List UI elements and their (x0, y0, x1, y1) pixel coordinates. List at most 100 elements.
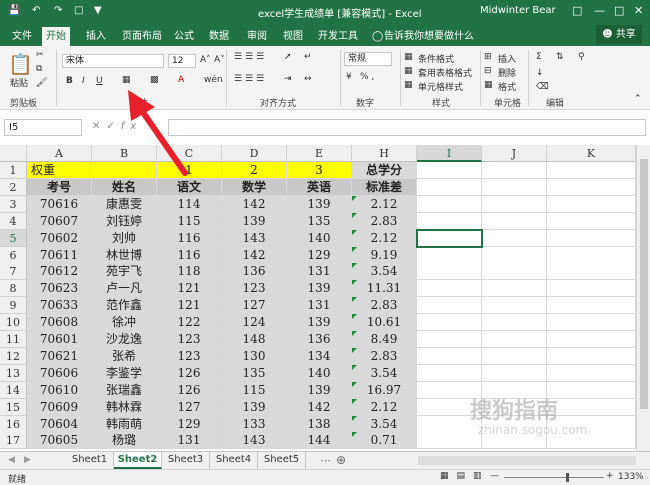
tab-data[interactable]: 数据 (205, 27, 233, 46)
empty-cell[interactable] (547, 398, 636, 416)
cell[interactable]: 韩林霖 (92, 398, 157, 416)
phonetic-icon[interactable]: wén (204, 75, 223, 85)
empty-cell[interactable] (547, 212, 636, 230)
empty-cell[interactable] (482, 162, 547, 179)
empty-cell[interactable] (417, 432, 482, 450)
empty-cell[interactable] (482, 178, 547, 196)
cell[interactable]: 范作鑫 (92, 297, 157, 315)
column-header[interactable]: I (417, 145, 482, 162)
cell[interactable]: 138 (287, 415, 352, 433)
next-sheet-icon[interactable]: ▶ (24, 455, 31, 465)
empty-cell[interactable] (547, 162, 636, 179)
cell-style-button[interactable]: 单元格样式 (418, 80, 463, 93)
cell[interactable]: 139 (222, 212, 287, 230)
user-name[interactable]: Midwinter Bear (480, 5, 556, 16)
tab-formulas[interactable]: 公式 (170, 27, 198, 46)
column-header[interactable]: D (222, 145, 287, 162)
cell[interactable]: 语文 (157, 178, 222, 196)
customize-qat-icon[interactable]: ▼ (94, 5, 102, 16)
cell[interactable]: 133 (222, 415, 287, 433)
italic-button[interactable]: I (82, 76, 85, 86)
close-icon[interactable]: ✕ (634, 4, 643, 17)
cell[interactable]: 数学 (222, 178, 287, 196)
empty-cell[interactable] (482, 212, 547, 230)
cell[interactable]: 沙龙逸 (92, 331, 157, 348)
empty-cell[interactable] (417, 212, 482, 230)
cell[interactable]: 129 (157, 415, 222, 433)
cell[interactable]: 2.12 (352, 229, 417, 247)
cell[interactable]: 139 (222, 398, 287, 416)
cell[interactable]: 2 (222, 162, 287, 179)
number-format-select[interactable]: 常规 (344, 52, 392, 66)
cell[interactable]: 2.83 (352, 347, 417, 365)
row-header[interactable]: 15 (0, 398, 27, 416)
conditional-format-button[interactable]: 条件格式 (418, 52, 454, 65)
more-sheets-icon[interactable]: ⋯ (320, 454, 331, 467)
cell[interactable]: 标准差 (352, 178, 417, 196)
paste-icon[interactable]: 📋 (8, 52, 33, 76)
cell[interactable]: 杨璐 (92, 432, 157, 450)
share-button[interactable]: ☻ 共享 (596, 25, 642, 44)
cell[interactable]: 康惠雯 (92, 195, 157, 213)
empty-cell[interactable] (547, 280, 636, 298)
empty-cell[interactable] (547, 347, 636, 365)
cell[interactable]: 韩雨萌 (92, 415, 157, 433)
column-header[interactable]: A (27, 145, 92, 162)
zoom-out-icon[interactable]: — (490, 471, 499, 481)
view-mode-icons[interactable]: ▦▤▥ (440, 471, 490, 481)
cell[interactable]: 70608 (27, 314, 92, 332)
tab-insert[interactable]: 插入 (82, 27, 110, 46)
cell[interactable]: 70612 (27, 263, 92, 281)
cell[interactable]: 131 (287, 263, 352, 281)
cell[interactable]: 9.19 (352, 246, 417, 264)
tab-developer[interactable]: 开发工具 (314, 27, 362, 46)
cell[interactable]: 115 (157, 212, 222, 230)
percent-comma-buttons[interactable]: % , (360, 72, 374, 82)
minimize-icon[interactable]: — (594, 4, 605, 17)
cell[interactable]: 刘钰婷 (92, 212, 157, 230)
empty-cell[interactable] (417, 364, 482, 382)
cell[interactable]: 李鉴学 (92, 364, 157, 382)
cell[interactable]: 118 (157, 263, 222, 281)
cell[interactable]: 70633 (27, 297, 92, 315)
cell[interactable]: 70610 (27, 381, 92, 399)
sheet-tab[interactable]: Sheet4 (210, 452, 258, 469)
add-sheet-icon[interactable]: ⊕ (336, 453, 346, 467)
empty-cell[interactable] (547, 246, 636, 264)
cell[interactable]: 70607 (27, 212, 92, 230)
row-header[interactable]: 14 (0, 381, 27, 399)
prev-sheet-icon[interactable]: ◀ (8, 455, 15, 465)
cell[interactable]: 70605 (27, 432, 92, 450)
autosum-icon[interactable]: Σ (536, 52, 542, 62)
cell[interactable]: 135 (222, 364, 287, 382)
underline-button[interactable]: U (96, 76, 103, 86)
row-header[interactable]: 3 (0, 195, 27, 213)
sheet-tab[interactable]: Sheet5 (258, 452, 306, 469)
zoom-level[interactable]: 133% (618, 472, 644, 482)
cell[interactable]: 136 (287, 331, 352, 348)
cell[interactable]: 126 (157, 381, 222, 399)
cell[interactable]: 70621 (27, 347, 92, 365)
row-header[interactable]: 1 (0, 162, 27, 179)
row-header[interactable]: 8 (0, 280, 27, 298)
name-box[interactable]: I5 (4, 119, 82, 136)
empty-cell[interactable] (482, 331, 547, 348)
grow-font-icon[interactable]: A˄ (200, 55, 211, 65)
find-select-icon[interactable]: ⚲ (578, 52, 585, 62)
cell[interactable]: 140 (287, 364, 352, 382)
ribbon-display-icon[interactable]: □ (572, 4, 582, 17)
merge-center-icon[interactable]: ↔ (304, 74, 312, 84)
empty-cell[interactable] (417, 162, 482, 179)
empty-cell[interactable] (482, 263, 547, 281)
empty-cell[interactable] (417, 297, 482, 315)
fill-icon[interactable]: ↓ (536, 68, 544, 78)
cell[interactable]: 129 (287, 246, 352, 264)
cell[interactable]: 121 (157, 297, 222, 315)
empty-cell[interactable] (547, 178, 636, 196)
empty-cell[interactable] (417, 246, 482, 264)
empty-cell[interactable] (417, 280, 482, 298)
cell[interactable]: 卢一凡 (92, 280, 157, 298)
empty-cell[interactable] (482, 347, 547, 365)
empty-cell[interactable] (482, 229, 547, 247)
delete-cells-button[interactable]: 删除 (498, 66, 516, 79)
